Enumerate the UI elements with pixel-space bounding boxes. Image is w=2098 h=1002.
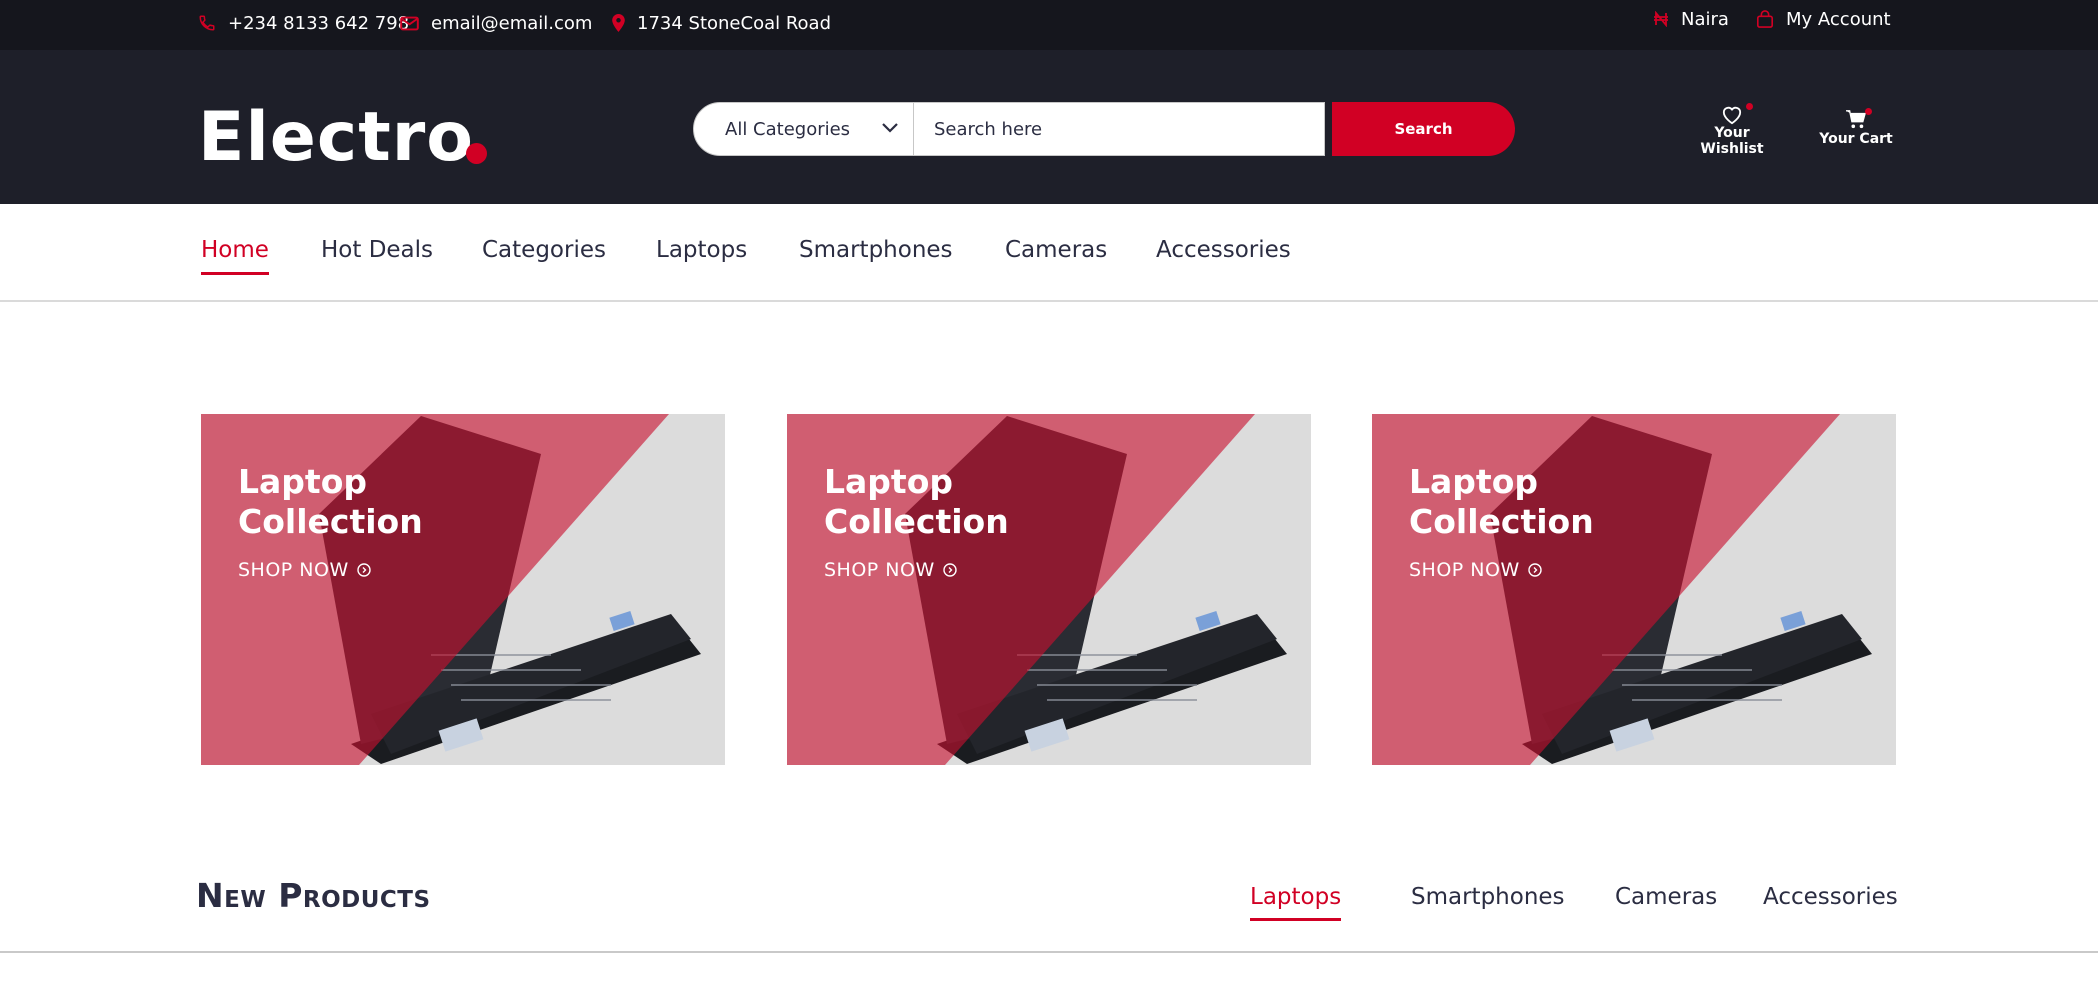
shop-now-link[interactable]: SHOP NOW xyxy=(1409,559,1542,581)
logo-dot xyxy=(466,143,487,164)
shop-now-link[interactable]: SHOP NOW xyxy=(824,559,957,581)
search-bar: All Categories Search here Search xyxy=(693,102,1515,156)
nav-item-accessories[interactable]: Accessories xyxy=(1156,237,1291,263)
new-products-title: New Products xyxy=(196,876,431,915)
wishlist-label: Your Wishlist xyxy=(1700,125,1764,157)
banner-title: Laptop Collection xyxy=(1409,462,1594,541)
nav-item-laptops[interactable]: Laptops xyxy=(656,237,747,263)
shop-now-label: SHOP NOW xyxy=(1409,559,1520,581)
search-placeholder: Search here xyxy=(934,118,1043,140)
my-account-text: My Account xyxy=(1786,8,1891,30)
mail-icon xyxy=(400,16,419,30)
arrow-circle-right-icon xyxy=(1528,563,1542,577)
banner-laptop-collection-3[interactable]: Laptop Collection SHOP NOW xyxy=(1372,414,1896,765)
cart-label: Your Cart xyxy=(1819,131,1893,147)
banner-title: Laptop Collection xyxy=(824,462,1009,541)
phone-text: +234 8133 642 798 xyxy=(228,12,410,34)
search-input[interactable]: Search here xyxy=(914,102,1325,156)
nav-item-hot-deals[interactable]: Hot Deals xyxy=(321,237,433,263)
phone-icon xyxy=(199,15,215,31)
cart-badge xyxy=(1865,108,1872,115)
search-button[interactable]: Search xyxy=(1332,102,1515,156)
bag-icon xyxy=(1756,10,1774,28)
address-contact[interactable]: 1734 StoneCoal Road xyxy=(612,12,831,34)
shop-now-link[interactable]: SHOP NOW xyxy=(238,559,371,581)
main-header: Electro All Categories Search here Searc… xyxy=(0,50,2098,204)
map-pin-icon xyxy=(612,14,625,32)
naira-icon xyxy=(1654,11,1668,27)
currency-text: Naira xyxy=(1681,8,1729,30)
banner-laptop-collection-2[interactable]: Laptop Collection SHOP NOW xyxy=(787,414,1311,765)
wishlist-button[interactable]: Your Wishlist xyxy=(1682,103,1782,157)
tab-cameras[interactable]: Cameras xyxy=(1615,884,1717,910)
cart-button[interactable]: Your Cart xyxy=(1816,108,1896,147)
nav-item-categories[interactable]: Categories xyxy=(482,237,606,263)
wishlist-badge xyxy=(1746,103,1753,110)
nav-item-home[interactable]: Home xyxy=(201,237,269,275)
site-logo[interactable]: Electro xyxy=(198,98,474,178)
arrow-circle-right-icon xyxy=(943,563,957,577)
phone-contact[interactable]: +234 8133 642 798 xyxy=(198,12,409,34)
arrow-circle-right-icon xyxy=(357,563,371,577)
top-bar: +234 8133 642 798 email@email.com 1734 S… xyxy=(0,0,2098,50)
tab-laptops[interactable]: Laptops xyxy=(1250,884,1342,921)
tab-smartphones[interactable]: Smartphones xyxy=(1411,884,1565,910)
banner-laptop-collection-1[interactable]: Laptop Collection SHOP NOW xyxy=(201,414,725,765)
shop-now-label: SHOP NOW xyxy=(824,559,935,581)
category-select-value: All Categories xyxy=(725,118,851,140)
tab-accessories[interactable]: Accessories xyxy=(1763,884,1898,910)
category-select[interactable]: All Categories xyxy=(693,102,914,156)
section-divider xyxy=(0,951,2098,953)
nav-item-smartphones[interactable]: Smartphones xyxy=(799,237,953,263)
chevron-down-icon xyxy=(882,123,898,133)
address-text: 1734 StoneCoal Road xyxy=(637,12,832,34)
main-navigation: Home Hot Deals Categories Laptops Smartp… xyxy=(0,204,2098,302)
heart-icon xyxy=(1722,106,1742,125)
nav-item-cameras[interactable]: Cameras xyxy=(1005,237,1107,263)
email-contact[interactable]: email@email.com xyxy=(400,12,592,34)
banner-title: Laptop Collection xyxy=(238,462,423,541)
currency-selector[interactable]: Naira xyxy=(1653,8,1729,30)
shop-now-label: SHOP NOW xyxy=(238,559,349,581)
email-text: email@email.com xyxy=(431,12,593,34)
my-account-link[interactable]: My Account xyxy=(1756,8,1891,30)
